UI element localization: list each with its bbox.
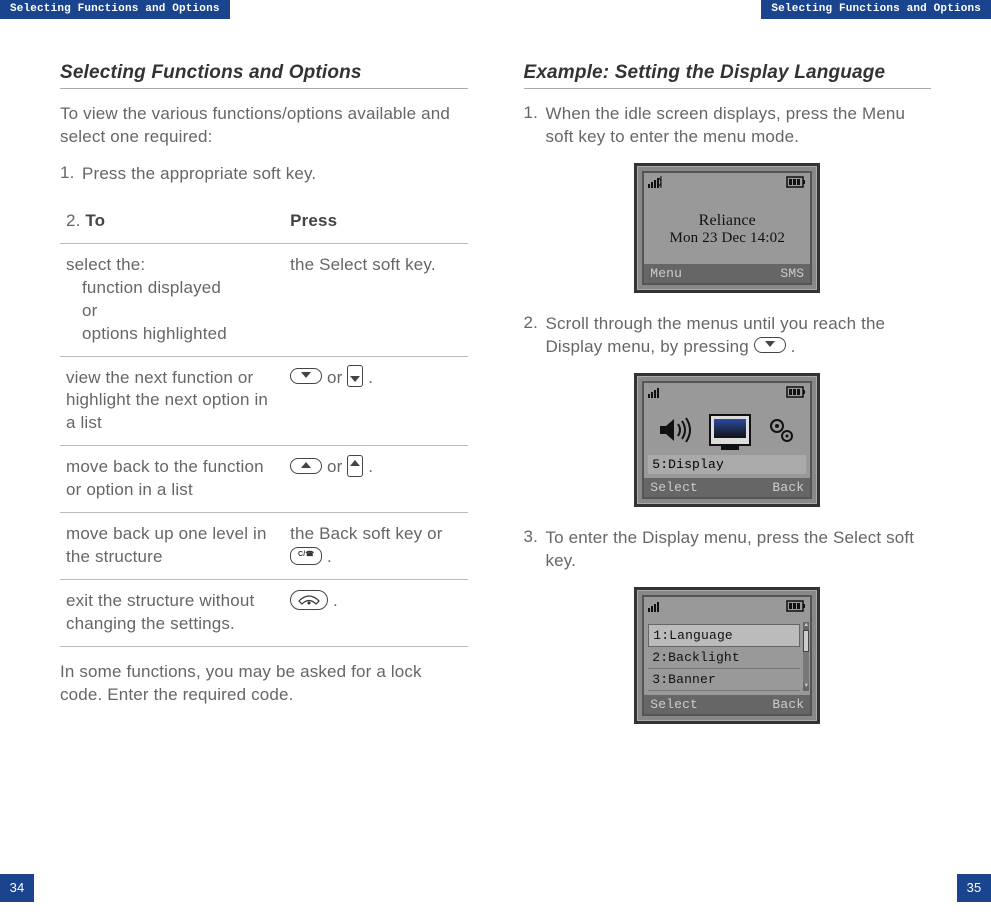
- carrier-name: Reliance: [648, 212, 806, 230]
- page-number: 35: [957, 874, 991, 902]
- table-header-row: 2. To Press: [60, 200, 468, 243]
- clear-key-icon: C/☎: [290, 547, 322, 565]
- signal-icon: [648, 385, 666, 404]
- table-cell: .: [284, 580, 467, 647]
- step-number: 1.: [524, 103, 540, 149]
- scroll-up-icon[interactable]: ▲: [803, 622, 809, 630]
- softkey-bar: Select Back: [644, 695, 810, 714]
- phone-screen-menu: 5:Display Select Back: [634, 373, 820, 507]
- table-cell: move back up one level in the structure: [60, 513, 284, 580]
- settings-menu-icon: [767, 416, 797, 449]
- table-row: move back to the function or option in a…: [60, 446, 468, 513]
- signal-icon: [648, 599, 666, 618]
- softkey-bar: Menu SMS: [644, 264, 810, 283]
- volume-up-icon: [347, 455, 363, 477]
- list-item[interactable]: 2:Backlight: [648, 647, 800, 669]
- volume-down-icon: [347, 365, 363, 387]
- menu-item-label: 5:Display: [648, 455, 806, 474]
- phone-screen-list: 1:Language 2:Backlight 3:Banner ▲ ▼ Sele…: [634, 587, 820, 724]
- step-3: 3. To enter the Display menu, press the …: [524, 527, 932, 573]
- step-2: 2. Scroll through the menus until you re…: [524, 313, 932, 359]
- table-row: exit the structure without changing the …: [60, 580, 468, 647]
- softkey-left[interactable]: Menu: [650, 266, 682, 281]
- table-cell: exit the structure without changing the …: [60, 580, 284, 647]
- nav-down-icon: [754, 337, 786, 353]
- table-row: view the next function or highlight the …: [60, 356, 468, 446]
- step-number: 1.: [60, 163, 76, 186]
- running-header-right: Selecting Functions and Options: [761, 0, 991, 19]
- step-text: Scroll through the menus until you reach…: [546, 313, 932, 359]
- phone-screen-idle: Reliance Mon 23 Dec 14:02 Menu SMS: [634, 163, 820, 293]
- list-item[interactable]: 3:Banner: [648, 669, 800, 691]
- table-cell: Press: [284, 200, 467, 243]
- battery-icon: [786, 385, 806, 404]
- table-cell: the Back soft key or C/☎ .: [284, 513, 467, 580]
- nav-down-icon: [290, 368, 322, 384]
- step-text: Press the appropriate soft key.: [82, 163, 316, 186]
- softkey-right[interactable]: SMS: [780, 266, 804, 281]
- table-row: move back up one level in the structure …: [60, 513, 468, 580]
- softkey-left[interactable]: Select: [650, 697, 698, 712]
- display-menu-icon: [709, 414, 751, 451]
- section-heading: Selecting Functions and Options: [60, 62, 468, 89]
- table-cell: the Select soft key.: [284, 243, 467, 356]
- table-cell: move back to the function or option in a…: [60, 446, 284, 513]
- table-cell: or .: [284, 446, 467, 513]
- table-cell: view the next function or highlight the …: [60, 356, 284, 446]
- running-header-left: Selecting Functions and Options: [0, 0, 230, 19]
- date-time: Mon 23 Dec 14:02: [648, 230, 806, 247]
- table-cell: or .: [284, 356, 467, 446]
- softkey-right[interactable]: Back: [772, 480, 804, 495]
- manual-spread: Selecting Functions and Options Selectin…: [0, 0, 991, 912]
- footer-note: In some functions, you may be asked for …: [60, 661, 468, 707]
- page-right: Selecting Functions and Options Example:…: [496, 0, 991, 912]
- softkey-left[interactable]: Select: [650, 480, 698, 495]
- page-left: Selecting Functions and Options Selectin…: [0, 0, 496, 912]
- step-number: 2.: [524, 313, 540, 359]
- table-cell: 2. To: [60, 200, 284, 243]
- step-1: 1. When the idle screen displays, press …: [524, 103, 932, 149]
- softkey-right[interactable]: Back: [772, 697, 804, 712]
- step-text: When the idle screen displays, press the…: [546, 103, 932, 149]
- step-text: To enter the Display menu, press the Sel…: [546, 527, 932, 573]
- page-number: 34: [0, 874, 34, 902]
- softkey-bar: Select Back: [644, 478, 810, 497]
- step-number: 3.: [524, 527, 540, 573]
- intro-text: To view the various functions/options av…: [60, 103, 468, 149]
- list-item[interactable]: 1:Language: [648, 624, 800, 647]
- table-cell: select the: function displayed or option…: [60, 243, 284, 356]
- table-row: select the: function displayed or option…: [60, 243, 468, 356]
- battery-icon: [786, 175, 806, 194]
- instruction-table: 2. To Press select the: function display…: [60, 200, 468, 647]
- end-key-icon: [290, 590, 328, 610]
- scroll-thumb[interactable]: [803, 630, 809, 652]
- battery-icon: [786, 599, 806, 618]
- scrollbar[interactable]: ▲ ▼: [803, 622, 809, 691]
- section-heading: Example: Setting the Display Language: [524, 62, 932, 89]
- nav-up-icon: [290, 458, 322, 474]
- sound-menu-icon: [658, 416, 694, 449]
- scroll-down-icon[interactable]: ▼: [803, 683, 809, 691]
- signal-icon: [648, 175, 666, 194]
- step-1: 1. Press the appropriate soft key.: [60, 163, 468, 186]
